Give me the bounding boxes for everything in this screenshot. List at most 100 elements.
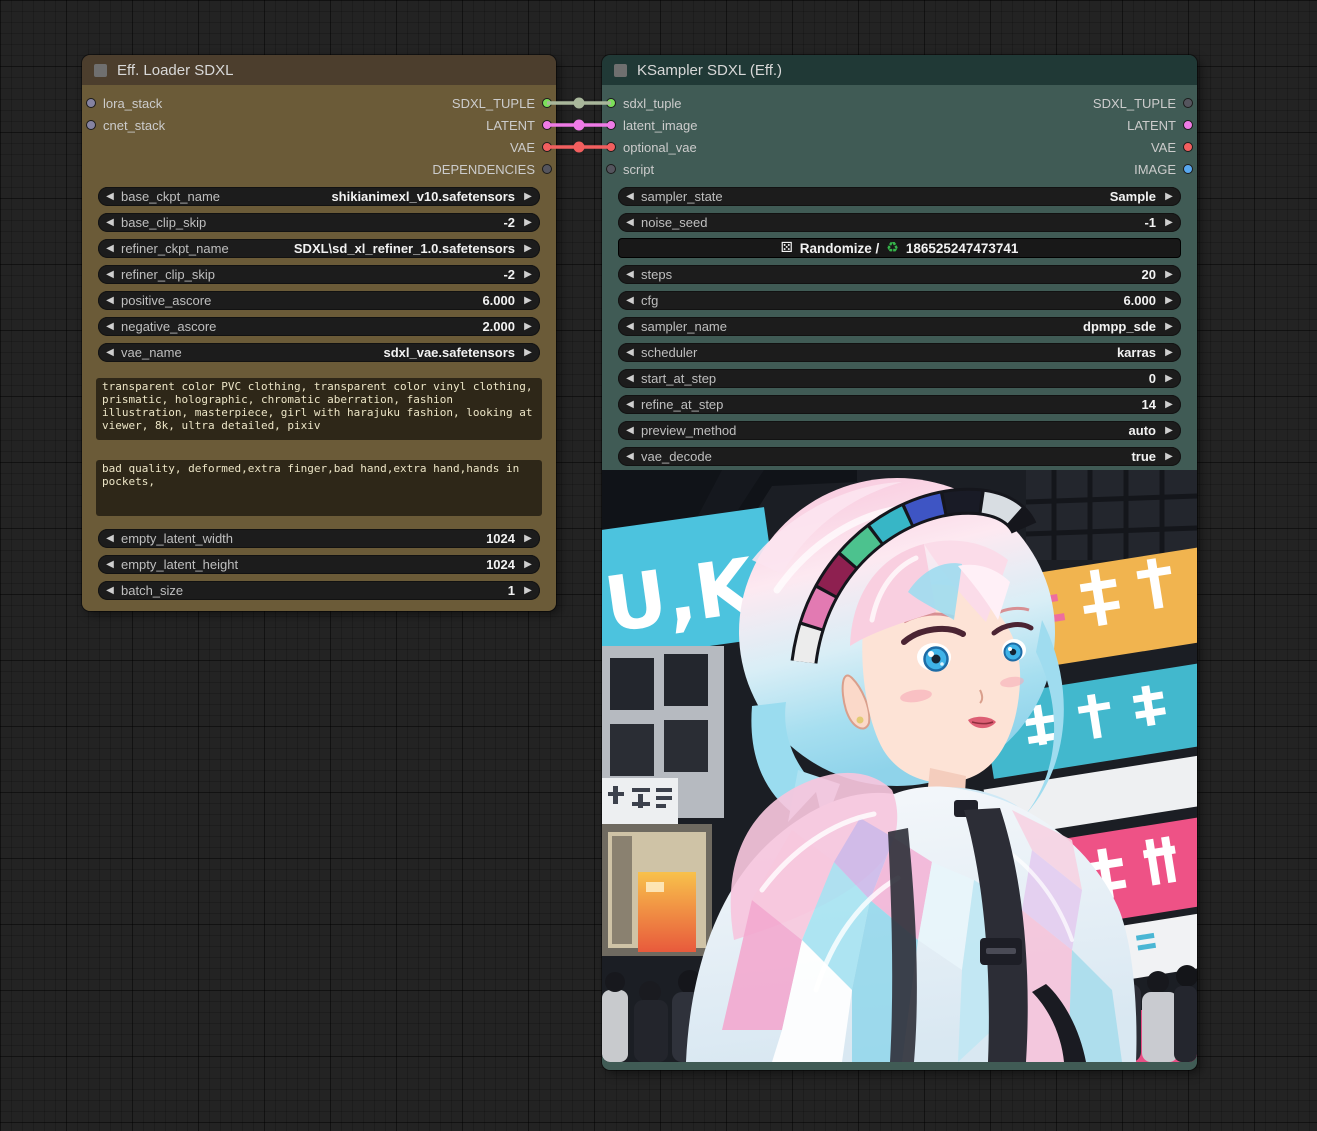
input-port-dot[interactable] — [606, 98, 616, 108]
recycle-icon: ♻ — [886, 240, 899, 256]
increment-arrow-icon[interactable]: ▶ — [521, 585, 535, 596]
node-body: sdxl_tuple SDXL_TUPLE latent_image LATEN… — [602, 85, 1197, 1070]
widget-label: steps — [641, 267, 672, 282]
increment-arrow-icon[interactable]: ▶ — [521, 295, 535, 306]
input-port-dot[interactable] — [606, 142, 616, 152]
widget-empty-latent-width[interactable]: ◀ empty_latent_width 1024 ▶ — [98, 529, 540, 548]
increment-arrow-icon[interactable]: ▶ — [1162, 399, 1176, 410]
decrement-arrow-icon[interactable]: ◀ — [623, 425, 637, 436]
widget-steps[interactable]: ◀ steps 20 ▶ — [618, 265, 1181, 284]
input-port-dot[interactable] — [606, 120, 616, 130]
input-port-dot[interactable] — [606, 164, 616, 174]
node-eff-loader-sdxl[interactable]: Eff. Loader SDXL lora_stack SDXL_TUPLE c… — [82, 55, 556, 611]
widget-sampler-name[interactable]: ◀ sampler_name dpmpp_sde ▶ — [618, 317, 1181, 336]
collapse-icon[interactable] — [94, 64, 107, 77]
increment-arrow-icon[interactable]: ▶ — [1162, 321, 1176, 332]
output-port-dot[interactable] — [542, 98, 552, 108]
widget-empty-latent-height[interactable]: ◀ empty_latent_height 1024 ▶ — [98, 555, 540, 574]
widget-start-at-step[interactable]: ◀ start_at_step 0 ▶ — [618, 369, 1181, 388]
decrement-arrow-icon[interactable]: ◀ — [103, 321, 117, 332]
increment-arrow-icon[interactable]: ▶ — [521, 269, 535, 280]
collapse-icon[interactable] — [614, 64, 627, 77]
output-port-dot[interactable] — [1183, 142, 1193, 152]
output-port-label: LATENT — [486, 118, 535, 133]
widget-label: sampler_name — [641, 319, 727, 334]
increment-arrow-icon[interactable]: ▶ — [1162, 373, 1176, 384]
widget-cfg[interactable]: ◀ cfg 6.000 ▶ — [618, 291, 1181, 310]
decrement-arrow-icon[interactable]: ◀ — [103, 347, 117, 358]
input-port-dot[interactable] — [86, 120, 96, 130]
decrement-arrow-icon[interactable]: ◀ — [623, 217, 637, 228]
increment-arrow-icon[interactable]: ▶ — [1162, 269, 1176, 280]
output-port-dot[interactable] — [1183, 120, 1193, 130]
increment-arrow-icon[interactable]: ▶ — [521, 217, 535, 228]
widget-refiner-clip-skip[interactable]: ◀ refiner_clip_skip -2 ▶ — [98, 265, 540, 284]
negative-prompt-textarea[interactable]: bad quality, deformed,extra finger,bad h… — [96, 460, 542, 516]
widget-preview-method[interactable]: ◀ preview_method auto ▶ — [618, 421, 1181, 440]
widget-sampler-state[interactable]: ◀ sampler_state Sample ▶ — [618, 187, 1181, 206]
input-port-label: cnet_stack — [103, 118, 165, 133]
decrement-arrow-icon[interactable]: ◀ — [103, 585, 117, 596]
output-port-label: LATENT — [1127, 118, 1176, 133]
increment-arrow-icon[interactable]: ▶ — [521, 559, 535, 570]
increment-arrow-icon[interactable]: ▶ — [521, 347, 535, 358]
link-midpoint-dot[interactable] — [574, 142, 585, 153]
widget-vae-name[interactable]: ◀ vae_name sdxl_vae.safetensors ▶ — [98, 343, 540, 362]
increment-arrow-icon[interactable]: ▶ — [1162, 451, 1176, 462]
node-ksampler-sdxl[interactable]: KSampler SDXL (Eff.) sdxl_tuple SDXL_TUP… — [602, 55, 1197, 1070]
node-title: Eff. Loader SDXL — [117, 62, 233, 79]
decrement-arrow-icon[interactable]: ◀ — [103, 559, 117, 570]
increment-arrow-icon[interactable]: ▶ — [521, 243, 535, 254]
widget-negative-ascore[interactable]: ◀ negative_ascore 2.000 ▶ — [98, 317, 540, 336]
decrement-arrow-icon[interactable]: ◀ — [103, 243, 117, 254]
storefront — [602, 824, 712, 956]
output-port-dot[interactable] — [542, 164, 552, 174]
increment-arrow-icon[interactable]: ▶ — [1162, 191, 1176, 202]
positive-prompt-textarea[interactable]: transparent color PVC clothing, transpar… — [96, 378, 542, 440]
decrement-arrow-icon[interactable]: ◀ — [623, 269, 637, 280]
decrement-arrow-icon[interactable]: ◀ — [623, 399, 637, 410]
decrement-arrow-icon[interactable]: ◀ — [103, 191, 117, 202]
link-midpoint-dot[interactable] — [574, 98, 585, 109]
widget-noise-seed[interactable]: ◀ noise_seed -1 ▶ — [618, 213, 1181, 232]
node-graph-canvas[interactable]: { "icons": { "arrow_left": "◀", "arrow_r… — [0, 0, 1317, 1131]
widget-base-clip-skip[interactable]: ◀ base_clip_skip -2 ▶ — [98, 213, 540, 232]
node-title-bar[interactable]: Eff. Loader SDXL — [82, 55, 556, 85]
widget-value: Sample — [1110, 189, 1156, 204]
increment-arrow-icon[interactable]: ▶ — [1162, 295, 1176, 306]
decrement-arrow-icon[interactable]: ◀ — [103, 533, 117, 544]
increment-arrow-icon[interactable]: ▶ — [521, 321, 535, 332]
link-midpoint-dot[interactable] — [574, 120, 585, 131]
output-port-dot[interactable] — [1183, 98, 1193, 108]
increment-arrow-icon[interactable]: ▶ — [1162, 217, 1176, 228]
widget-batch-size[interactable]: ◀ batch_size 1 ▶ — [98, 581, 540, 600]
widget-positive-ascore[interactable]: ◀ positive_ascore 6.000 ▶ — [98, 291, 540, 310]
decrement-arrow-icon[interactable]: ◀ — [623, 191, 637, 202]
widget-vae-decode[interactable]: ◀ vae_decode true ▶ — [618, 447, 1181, 466]
decrement-arrow-icon[interactable]: ◀ — [103, 217, 117, 228]
increment-arrow-icon[interactable]: ▶ — [1162, 425, 1176, 436]
decrement-arrow-icon[interactable]: ◀ — [623, 451, 637, 462]
decrement-arrow-icon[interactable]: ◀ — [623, 321, 637, 332]
output-port-dot[interactable] — [542, 142, 552, 152]
decrement-arrow-icon[interactable]: ◀ — [623, 295, 637, 306]
widget-refine-at-step[interactable]: ◀ refine_at_step 14 ▶ — [618, 395, 1181, 414]
randomize-seed-button[interactable]: ⚄ Randomize / ♻ 186525247473741 — [618, 238, 1181, 258]
decrement-arrow-icon[interactable]: ◀ — [103, 295, 117, 306]
increment-arrow-icon[interactable]: ▶ — [521, 533, 535, 544]
output-port-label: DEPENDENCIES — [432, 162, 535, 177]
preview-image: U,K — [602, 470, 1197, 1062]
decrement-arrow-icon[interactable]: ◀ — [623, 347, 637, 358]
increment-arrow-icon[interactable]: ▶ — [521, 191, 535, 202]
output-port-dot[interactable] — [1183, 164, 1193, 174]
node-title-bar[interactable]: KSampler SDXL (Eff.) — [602, 55, 1197, 85]
widget-refiner-ckpt-name[interactable]: ◀ refiner_ckpt_name SDXL\sd_xl_refiner_1… — [98, 239, 540, 258]
decrement-arrow-icon[interactable]: ◀ — [623, 373, 637, 384]
widget-label: vae_name — [121, 345, 182, 360]
widget-scheduler[interactable]: ◀ scheduler karras ▶ — [618, 343, 1181, 362]
input-port-dot[interactable] — [86, 98, 96, 108]
output-port-dot[interactable] — [542, 120, 552, 130]
widget-base-ckpt-name[interactable]: ◀ base_ckpt_name shikianimexl_v10.safete… — [98, 187, 540, 206]
decrement-arrow-icon[interactable]: ◀ — [103, 269, 117, 280]
increment-arrow-icon[interactable]: ▶ — [1162, 347, 1176, 358]
